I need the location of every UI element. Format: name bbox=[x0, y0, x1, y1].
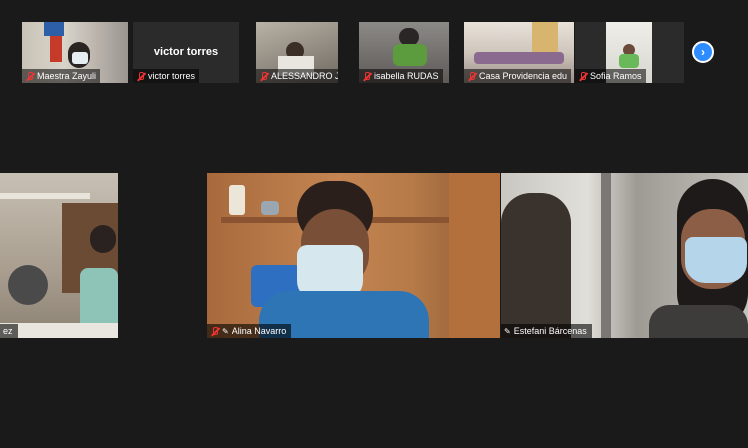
participant-name: isabella RUDAS bbox=[374, 71, 439, 81]
participant-video bbox=[0, 173, 118, 338]
participant-thumb-isabella-rudas[interactable]: isabella RUDAS bbox=[359, 22, 449, 83]
participant-name: Maestra Zayuli bbox=[37, 71, 97, 81]
participant-video bbox=[501, 173, 748, 338]
participant-name: ez bbox=[3, 326, 13, 336]
next-page-button[interactable]: › bbox=[692, 41, 714, 63]
participant-name: ALESSANDRO JOSE bbox=[271, 71, 338, 81]
participant-video bbox=[207, 173, 500, 338]
mic-muted-icon bbox=[578, 71, 587, 81]
gallery-tile-estefani-barcenas[interactable]: ✎ Estefani Bárcenas bbox=[501, 173, 748, 338]
pin-icon: ✎ bbox=[222, 326, 229, 336]
mic-muted-icon bbox=[362, 71, 371, 81]
mic-muted-icon bbox=[259, 71, 268, 81]
gallery-tile-alina-navarro[interactable]: ✎ Alina Navarro bbox=[207, 173, 500, 338]
gallery-tile-participant-1[interactable]: ez bbox=[0, 173, 118, 338]
participant-name: victor torres bbox=[148, 71, 196, 81]
participant-display-name: victor torres bbox=[153, 46, 219, 58]
mic-muted-icon bbox=[210, 326, 219, 336]
participant-strip: Maestra Zayuli victor torres victor torr… bbox=[22, 22, 684, 83]
participant-thumb-casa-providencia[interactable]: Casa Providencia edu bbox=[464, 22, 574, 83]
participant-name-bar: ez bbox=[0, 324, 18, 338]
participant-name-bar: ✎ Estefani Bárcenas bbox=[501, 324, 592, 338]
participant-name-bar: Casa Providencia edu bbox=[464, 69, 571, 83]
participant-name-bar: ALESSANDRO JOSE bbox=[256, 69, 338, 83]
chevron-right-icon: › bbox=[701, 45, 705, 59]
participant-thumb-victor-torres[interactable]: victor torres victor torres bbox=[133, 22, 239, 83]
participant-name-bar: Maestra Zayuli bbox=[22, 69, 101, 83]
participant-name: Casa Providencia edu bbox=[479, 71, 567, 81]
participant-name: Alina Navarro bbox=[231, 326, 287, 336]
mic-muted-icon bbox=[136, 71, 145, 81]
participant-thumb-alessandro-jose[interactable]: ALESSANDRO JOSE bbox=[256, 22, 338, 83]
participant-name-bar: Sofia Ramos bbox=[575, 69, 646, 83]
participant-name-bar: victor torres bbox=[133, 69, 200, 83]
participant-thumb-sofia-ramos[interactable]: Sofia Ramos bbox=[575, 22, 684, 83]
pin-icon: ✎ bbox=[504, 326, 511, 336]
participant-name: Sofia Ramos bbox=[590, 71, 642, 81]
mic-muted-icon bbox=[25, 71, 34, 81]
mic-muted-icon bbox=[467, 71, 476, 81]
participant-name-bar: isabella RUDAS bbox=[359, 69, 443, 83]
participant-thumb-maestra-zayuli[interactable]: Maestra Zayuli bbox=[22, 22, 128, 83]
participant-name-bar: ✎ Alina Navarro bbox=[207, 324, 292, 338]
participant-name: Estefani Bárcenas bbox=[513, 326, 587, 336]
